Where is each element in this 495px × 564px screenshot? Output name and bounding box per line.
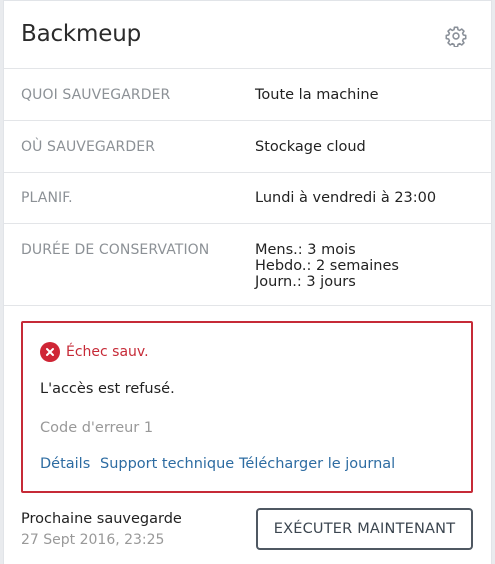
retention-daily: Journ.: 3 jours bbox=[255, 274, 356, 290]
row-retention: DURÉE DE CONSERVATION Mens.: 3 mois Hebd… bbox=[4, 224, 491, 306]
row-label: OÙ SAUVEGARDER bbox=[21, 139, 156, 155]
next-backup-label: Prochaine sauvegarde bbox=[21, 511, 182, 527]
row-label: DURÉE DE CONSERVATION bbox=[21, 242, 210, 258]
support-link[interactable]: Support technique bbox=[100, 456, 234, 472]
row-value: Lundi à vendredi à 23:00 bbox=[255, 190, 437, 206]
row-value: Stockage cloud bbox=[255, 139, 366, 155]
row-what-to-backup: QUOI SAUVEGARDER Toute la machine bbox=[4, 69, 491, 121]
row-label: PLANIF. bbox=[21, 190, 73, 206]
row-where-to-backup: OÙ SAUVEGARDER Stockage cloud bbox=[4, 121, 491, 173]
gear-icon[interactable] bbox=[445, 25, 467, 47]
run-now-button[interactable]: EXÉCUTER MAINTENANT bbox=[256, 508, 473, 550]
backup-plan-card: Backmeup QUOI SAUVEGARDER Toute la machi… bbox=[3, 0, 492, 564]
row-schedule: PLANIF. Lundi à vendredi à 23:00 bbox=[4, 173, 491, 224]
row-label: QUOI SAUVEGARDER bbox=[21, 87, 171, 103]
row-value: Toute la machine bbox=[255, 87, 379, 103]
plan-title: Backmeup bbox=[21, 21, 141, 47]
error-code: Code d'erreur 1 bbox=[40, 420, 154, 436]
retention-monthly: Mens.: 3 mois bbox=[255, 242, 356, 258]
next-backup-date: 27 Sept 2016, 23:25 bbox=[21, 532, 165, 548]
download-log-link[interactable]: Télécharger le journal bbox=[239, 456, 395, 472]
details-link[interactable]: Détails bbox=[40, 456, 90, 472]
error-icon bbox=[40, 342, 60, 362]
card-header: Backmeup bbox=[4, 1, 491, 69]
retention-weekly: Hebdo.: 2 semaines bbox=[255, 258, 399, 274]
error-panel: Échec sauv. L'accès est refusé. Code d'e… bbox=[21, 321, 473, 493]
error-message: L'accès est refusé. bbox=[40, 381, 175, 397]
error-title: Échec sauv. bbox=[66, 344, 149, 360]
